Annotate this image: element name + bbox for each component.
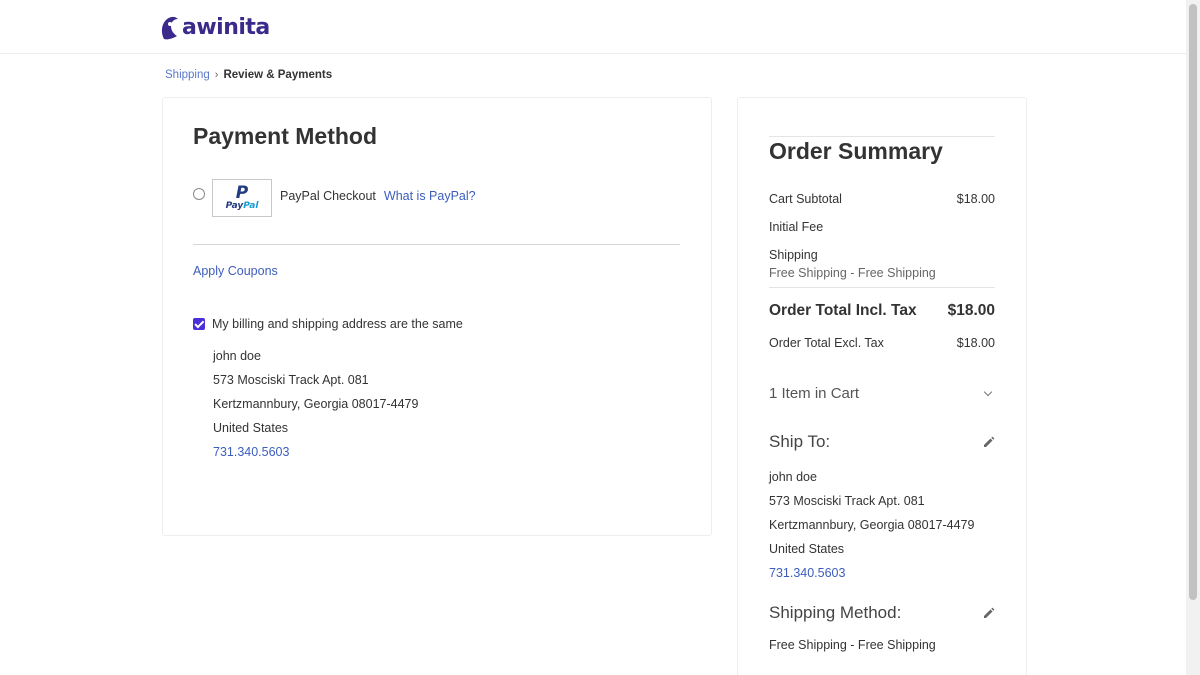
logo-text: awinita (182, 14, 270, 40)
edit-ship-to-pencil-icon[interactable] (983, 436, 995, 448)
scrollbar-thumb[interactable] (1189, 4, 1197, 600)
payment-method-title: Payment Method (193, 123, 378, 149)
shipping-row: Shipping (769, 248, 995, 262)
breadcrumb-separator: › (214, 69, 219, 81)
ship-phone-link[interactable]: 731.340.5603 (769, 561, 974, 585)
initial-fee-label: Initial Fee (769, 220, 824, 234)
total-incl-value: $18.00 (947, 302, 995, 319)
summary-divider (769, 287, 995, 288)
same-address-row[interactable]: My billing and shipping address are the … (193, 317, 463, 331)
shipping-method-header: Shipping Method: (769, 603, 995, 623)
ship-to-title: Ship To: (769, 432, 831, 451)
apply-coupons-link[interactable]: Apply Coupons (193, 264, 278, 278)
edit-shipping-method-pencil-icon[interactable] (983, 607, 995, 619)
paypal-radio[interactable] (193, 188, 205, 200)
billing-country: United States (213, 421, 289, 435)
order-summary-panel: Order Summary Cart Subtotal $18.00 Initi… (737, 97, 1027, 675)
items-in-cart-label: 1 Item in Cart (769, 385, 860, 402)
items-in-cart-toggle[interactable]: 1 Item in Cart (769, 385, 995, 402)
ship-name: john doe (769, 470, 817, 484)
breadcrumb: Shipping › Review & Payments (165, 69, 332, 81)
paypal-option[interactable]: P PayPal PayPal Checkout What is PayPal? (193, 178, 476, 218)
ship-to-address: john doe 573 Mosciski Track Apt. 081 Ker… (769, 465, 974, 585)
billing-phone-link[interactable]: 731.340.5603 (213, 440, 418, 464)
initial-fee-row: Initial Fee (769, 220, 995, 234)
total-excl-row: Order Total Excl. Tax $18.00 (769, 336, 995, 350)
shipping-label: Shipping (769, 248, 818, 262)
total-incl-row: Order Total Incl. Tax $18.00 (769, 302, 995, 320)
ship-street: 573 Mosciski Track Apt. 081 (769, 494, 925, 508)
shipping-detail-row: Free Shipping - Free Shipping (769, 266, 995, 280)
same-address-checkbox[interactable] (193, 318, 205, 330)
site-header: awinita (0, 0, 1186, 54)
cart-subtotal-label: Cart Subtotal (769, 192, 842, 206)
logo-mark-icon (161, 16, 178, 40)
billing-name: john doe (213, 349, 261, 363)
breadcrumb-current: Review & Payments (223, 69, 333, 81)
ship-country: United States (769, 542, 845, 556)
ship-city: Kertzmannbury, Georgia 08017-4479 (769, 518, 975, 532)
paypal-option-label: PayPal Checkout (280, 189, 376, 203)
billing-street: 573 Mosciski Track Apt. 081 (213, 373, 369, 387)
breadcrumb-shipping-link[interactable]: Shipping (165, 69, 210, 81)
payment-panel: Payment Method P PayPal PayPal Checkout … (162, 97, 712, 536)
cart-subtotal-row: Cart Subtotal $18.00 (769, 192, 995, 206)
shipping-detail: Free Shipping - Free Shipping (769, 266, 936, 280)
same-address-label: My billing and shipping address are the … (212, 317, 463, 331)
order-summary-title: Order Summary (769, 138, 943, 164)
page-scrollbar[interactable] (1186, 0, 1200, 675)
billing-address: john doe 573 Mosciski Track Apt. 081 Ker… (213, 344, 418, 464)
what-is-paypal-link[interactable]: What is PayPal? (384, 189, 476, 203)
shipping-method-title: Shipping Method: (769, 603, 902, 622)
logo[interactable]: awinita (160, 12, 270, 42)
total-excl-label: Order Total Excl. Tax (769, 336, 884, 350)
paypal-logo: P PayPal (212, 179, 272, 217)
summary-top-divider (769, 136, 995, 137)
chevron-down-icon (983, 387, 993, 396)
total-excl-value: $18.00 (956, 336, 995, 350)
cart-subtotal-value: $18.00 (956, 192, 995, 206)
shipping-method-value: Free Shipping - Free Shipping (769, 638, 936, 652)
ship-to-header: Ship To: (769, 432, 995, 452)
paypal-wordmark: PayPal (225, 200, 259, 211)
divider (193, 244, 680, 245)
total-incl-label: Order Total Incl. Tax (769, 302, 917, 319)
billing-city: Kertzmannbury, Georgia 08017-4479 (213, 397, 419, 411)
paypal-p-icon: P (235, 182, 249, 203)
